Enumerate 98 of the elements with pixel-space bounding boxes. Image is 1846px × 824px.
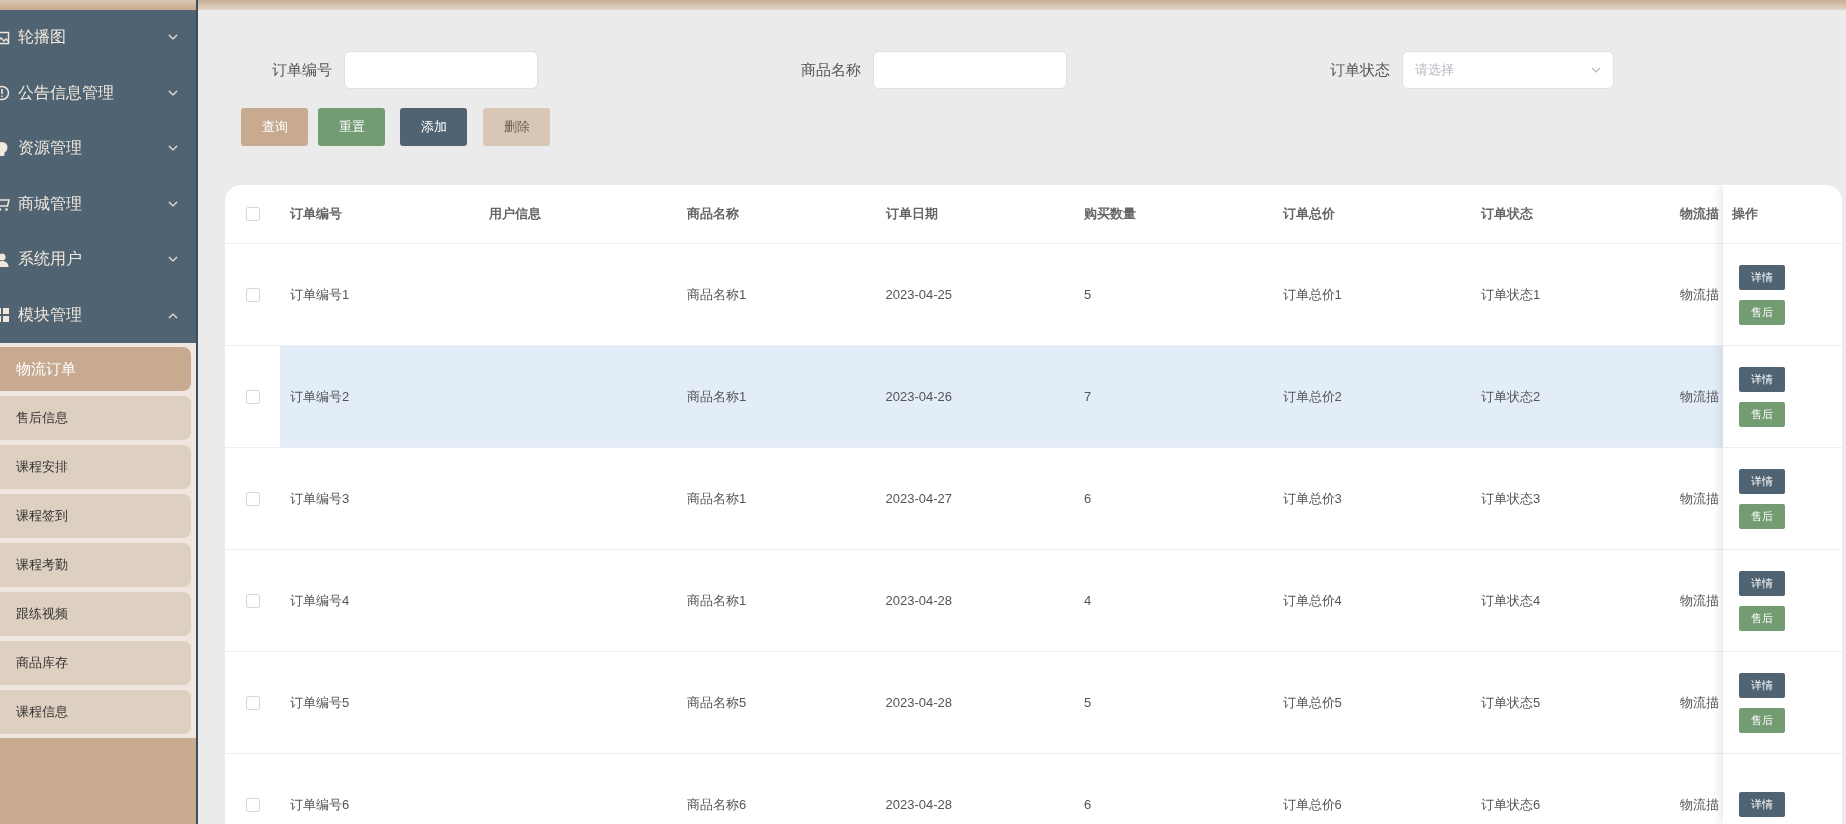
chevron-down-icon xyxy=(168,34,178,42)
checkbox[interactable] xyxy=(245,491,260,506)
table-cell: 订单编号4 xyxy=(290,592,350,608)
table-cell: 2023-04-27 xyxy=(885,491,952,506)
add-button[interactable]: 添加 xyxy=(400,108,467,146)
table-cell: 订单状态1 xyxy=(1481,286,1541,302)
table-cell: 2023-04-26 xyxy=(885,389,952,404)
menu-label: 资源管理 xyxy=(18,138,83,159)
table-cell: 物流描 xyxy=(1679,490,1719,506)
column-header: 商品名称 xyxy=(686,205,740,223)
table-cell: 2023-04-28 xyxy=(885,695,952,710)
chevron-down-icon xyxy=(168,256,178,264)
chevron-down-icon xyxy=(168,89,178,97)
table-cell: 2023-04-28 xyxy=(885,593,952,608)
table-cell: 商品名称6 xyxy=(687,796,747,812)
menu-item[interactable]: 资源管理 xyxy=(0,121,196,177)
checkbox[interactable] xyxy=(245,389,260,404)
table-cell: 5 xyxy=(1084,287,1092,302)
submenu-item[interactable]: 跟练视频 xyxy=(0,592,191,636)
table-cell: 订单状态6 xyxy=(1481,796,1541,812)
menu-item[interactable]: 系统用户 xyxy=(0,232,196,288)
checkbox[interactable] xyxy=(245,207,260,221)
column-header: 订单编号 xyxy=(289,205,343,223)
table-cell: 订单编号5 xyxy=(290,694,350,710)
table-cell: 5 xyxy=(1084,695,1092,710)
column-header: 订单日期 xyxy=(884,205,939,223)
submenu-item[interactable]: 课程信息 xyxy=(0,690,191,734)
table-cell: 订单编号6 xyxy=(290,796,350,812)
table-cell: 商品名称1 xyxy=(687,286,747,302)
column-header: 用户信息 xyxy=(487,205,542,223)
table-row[interactable]: 订单编号2 商品名称1 2023-04-26 7 订单总价2 订单状态2 物流描 xyxy=(280,346,1723,447)
table-cell: 2023-04-25 xyxy=(885,287,952,302)
table-cell: 订单总价1 xyxy=(1282,286,1342,302)
table-cell: 6 xyxy=(1084,491,1092,506)
table-cell: 订单状态2 xyxy=(1481,388,1541,404)
menu-item[interactable]: 轮播图 xyxy=(0,10,196,66)
field-label: 订单编号 xyxy=(271,60,333,80)
checkbox[interactable] xyxy=(245,287,260,302)
table-cell: 订单编号2 xyxy=(290,388,350,404)
field-label: 订单状态 xyxy=(1329,60,1391,80)
table-cell: 订单总价3 xyxy=(1282,490,1342,506)
menu-label: 商城管理 xyxy=(18,193,83,214)
table-cell: 商品名称1 xyxy=(687,388,747,404)
submenu-item[interactable]: 课程签到 xyxy=(0,494,191,538)
chevron-up-icon xyxy=(168,311,178,319)
column-header: 购买数量 xyxy=(1083,205,1137,223)
checkbox[interactable] xyxy=(245,695,260,710)
table-cell: 订单状态4 xyxy=(1481,592,1541,608)
table-cell: 订单总价6 xyxy=(1282,796,1342,812)
table-cell: 订单编号3 xyxy=(290,490,350,506)
table-cell: 订单总价5 xyxy=(1282,694,1342,710)
menu-item[interactable]: 公告信息管理 xyxy=(0,65,196,121)
submenu-item[interactable]: 售后信息 xyxy=(0,396,191,440)
details-button[interactable]: 详情 xyxy=(1739,468,1785,494)
submenu-item[interactable]: 课程安排 xyxy=(0,445,191,489)
table-cell: 订单编号1 xyxy=(290,286,350,302)
table-cell: 物流描 xyxy=(1679,592,1719,608)
chevron-down-icon xyxy=(168,145,178,153)
details-button[interactable]: 详情 xyxy=(1739,570,1785,596)
table-cell: 物流描 xyxy=(1679,694,1719,710)
column-header: 物流描 xyxy=(1678,205,1720,223)
chevron-down-icon xyxy=(1591,66,1601,74)
table-cell: 订单总价2 xyxy=(1282,388,1342,404)
table-cell: 订单状态5 xyxy=(1481,694,1541,710)
column-header: 操作 xyxy=(1723,185,1842,244)
checkbox[interactable] xyxy=(245,797,260,812)
field-label: 商品名称 xyxy=(800,60,862,80)
input-field[interactable] xyxy=(344,51,538,89)
column-header: 订单总价 xyxy=(1281,205,1336,223)
table-cell: 物流描 xyxy=(1679,796,1719,812)
details-button[interactable]: 详情 xyxy=(1739,366,1785,392)
select-placeholder: 请选择 xyxy=(1415,61,1454,79)
menu-label: 模块管理 xyxy=(18,304,83,325)
submenu-item[interactable]: 商品库存 xyxy=(0,641,191,685)
input-field[interactable] xyxy=(873,51,1067,89)
table-cell: 商品名称5 xyxy=(687,694,747,710)
table-cell: 订单状态3 xyxy=(1481,490,1541,506)
table-cell: 4 xyxy=(1084,593,1092,608)
menu-label: 系统用户 xyxy=(18,249,83,270)
submenu-item[interactable]: 课程考勤 xyxy=(0,543,191,587)
details-button[interactable]: 详情 xyxy=(1739,792,1785,817)
details-button[interactable]: 详情 xyxy=(1739,672,1785,698)
menu-item[interactable]: 模块管理 xyxy=(0,287,196,343)
table-cell: 商品名称1 xyxy=(687,592,747,608)
table-cell: 6 xyxy=(1084,797,1092,812)
details-button[interactable]: 详情 xyxy=(1739,264,1785,290)
chevron-down-icon xyxy=(168,200,178,208)
menu-item[interactable]: 商城管理 xyxy=(0,176,196,232)
table-cell: 订单总价4 xyxy=(1282,592,1342,608)
menu-label: 公告信息管理 xyxy=(18,82,115,103)
column-header: 订单状态 xyxy=(1480,205,1534,223)
menu-label: 轮播图 xyxy=(18,27,67,48)
table-cell: 物流描 xyxy=(1679,388,1719,404)
checkbox[interactable] xyxy=(245,593,260,608)
table-cell: 商品名称1 xyxy=(687,490,747,506)
table-cell: 2023-04-28 xyxy=(885,797,952,812)
table-cell: 7 xyxy=(1084,389,1092,404)
table-cell: 物流描 xyxy=(1679,286,1719,302)
